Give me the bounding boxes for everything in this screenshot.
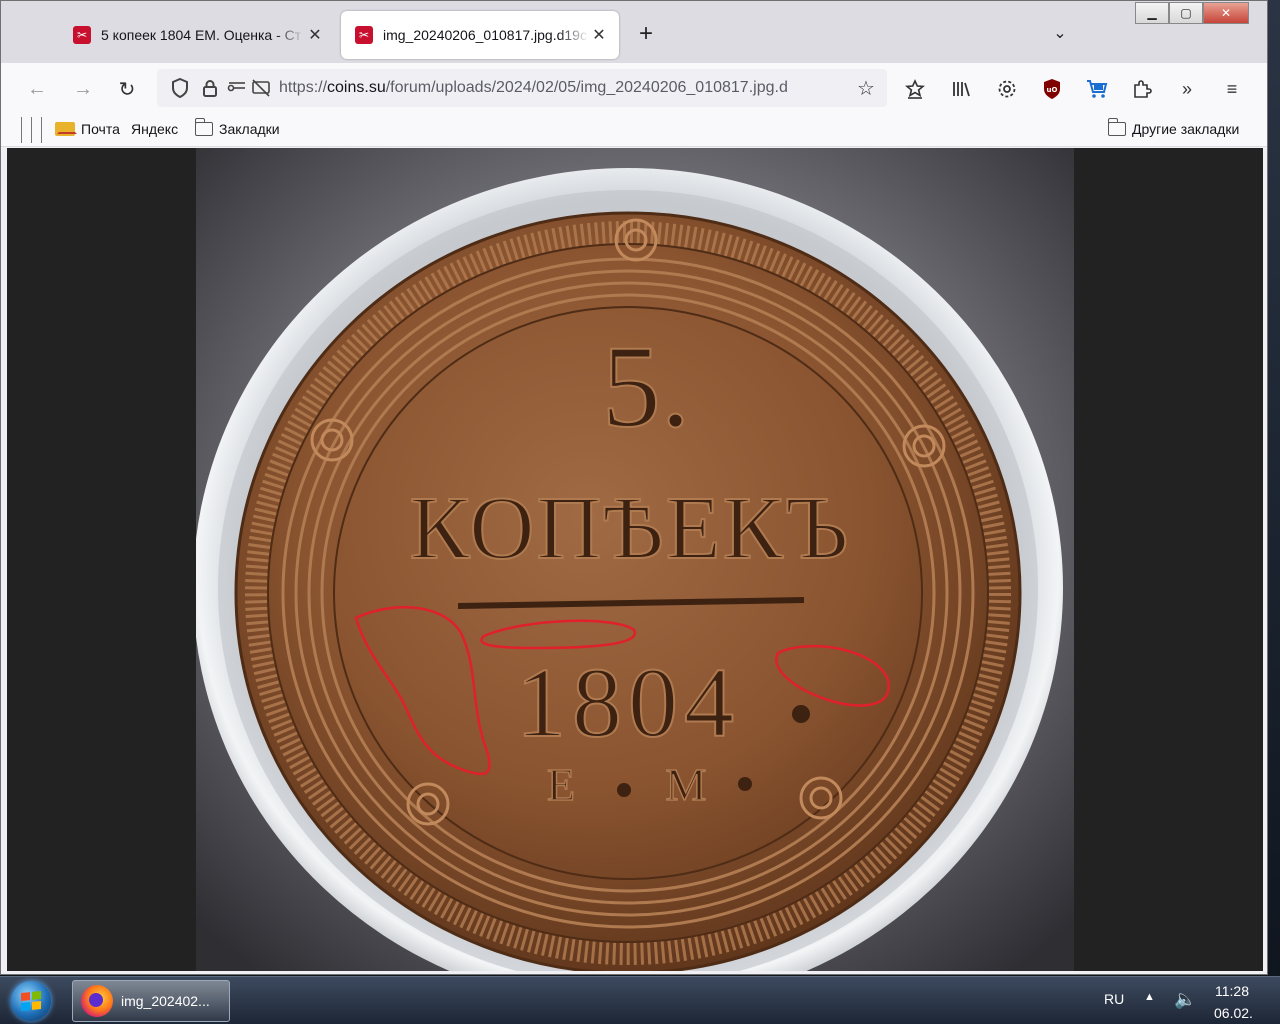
back-button[interactable]: ← — [23, 75, 51, 103]
coin-photo[interactable]: 5. КОПѢЕКЪ 1804 Е М — [196, 148, 1074, 971]
coin-denomination: 5. — [602, 321, 691, 452]
taskbar-window-title: img_202402... — [121, 993, 210, 1009]
bookmark-yandex[interactable]: Яндекс — [131, 121, 178, 137]
separator — [31, 117, 33, 143]
window-controls: ▁ ▢ ✕ — [1135, 2, 1249, 24]
language-indicator[interactable]: RU — [1104, 991, 1124, 1007]
separator — [41, 117, 43, 143]
bookmark-label: Другие закладки — [1132, 121, 1240, 137]
coins-su-favicon-icon: ✂ — [73, 26, 91, 44]
coin-word: КОПѢЕКЪ — [410, 479, 851, 578]
bookmark-label: Закладки — [219, 121, 280, 137]
url-host: coins.su — [327, 79, 386, 96]
svg-text:uO: uO — [1047, 86, 1058, 94]
tab-title: img_20240206_010817.jpg.d19c — [383, 27, 587, 43]
close-icon[interactable]: ✕ — [589, 25, 609, 45]
clock-date[interactable]: 06.02. — [1214, 1005, 1253, 1021]
folder-icon — [194, 118, 213, 136]
app-menu-hamburger-icon[interactable]: ≡ — [1216, 73, 1248, 105]
extensions-puzzle-icon[interactable] — [1126, 73, 1158, 105]
maximize-button[interactable]: ▢ — [1169, 2, 1203, 24]
bookmark-label: Почта — [81, 121, 120, 137]
bookmark-star-icon[interactable]: ☆ — [851, 73, 881, 103]
new-tab-button[interactable]: + — [631, 19, 661, 49]
bookmark-mail[interactable]: Почта — [55, 121, 120, 137]
reading-list-icon[interactable] — [899, 73, 931, 105]
bookmark-other[interactable]: Другие закладки — [1107, 118, 1240, 137]
coin-dot — [792, 705, 810, 723]
tray-expand-arrow-icon[interactable]: ▲ — [1144, 991, 1155, 1003]
windows-logo-icon — [11, 981, 51, 1021]
overflow-chevron-icon[interactable]: » — [1171, 73, 1203, 105]
url-text[interactable]: https://coins.su/forum/uploads/2024/02/0… — [279, 79, 839, 97]
coin-mint-e: Е — [547, 759, 575, 810]
url-path: /forum/uploads/2024/02/05/img_20240206_0… — [385, 79, 788, 96]
close-icon[interactable]: ✕ — [305, 25, 325, 45]
taskbar-firefox-window[interactable]: img_202402... — [72, 980, 230, 1022]
blocked-media-icon[interactable] — [249, 73, 273, 103]
image-viewer: 5. КОПѢЕКЪ 1804 Е М — [7, 148, 1263, 971]
tab-image[interactable]: ✂ img_20240206_010817.jpg.d19c ✕ — [341, 11, 619, 59]
volume-icon[interactable]: 🔈 — [1174, 989, 1196, 1010]
bookmark-label: Яндекс — [131, 121, 179, 137]
navigation-toolbar: ← → ↻ https://coins.su/forum/uploads/202… — [1, 63, 1267, 113]
shopping-cart-icon[interactable] — [1081, 73, 1113, 105]
url-scheme: https:// — [279, 79, 328, 96]
minimize-button[interactable]: ▁ — [1135, 2, 1169, 24]
taskbar: img_202402... RU ▲ 🔈 11:28 06.02. — [0, 976, 1280, 1024]
coin-dot — [738, 777, 752, 791]
bookmarks-toolbar: Почта Яндекс Закладки Другие закладки — [1, 113, 1267, 147]
lock-icon[interactable] — [195, 73, 225, 103]
separator — [21, 117, 23, 143]
library-icon[interactable] — [945, 73, 977, 105]
clock-time[interactable]: 11:28 — [1215, 983, 1249, 999]
coin-mint-m: М — [666, 759, 707, 810]
bookmark-folder[interactable]: Закладки — [194, 118, 280, 137]
firefox-icon — [81, 985, 113, 1017]
list-all-tabs-button[interactable]: ⌄ — [1047, 21, 1073, 47]
mail-icon — [55, 122, 75, 136]
start-button[interactable] — [4, 979, 58, 1023]
permissions-icon[interactable] — [225, 73, 249, 103]
settings-gear-icon[interactable] — [991, 73, 1023, 105]
tracking-protection-shield-icon[interactable] — [165, 73, 195, 103]
coin-year: 1804 — [516, 647, 740, 758]
close-window-button[interactable]: ✕ — [1203, 2, 1249, 24]
reload-button[interactable]: ↻ — [113, 75, 141, 103]
ublock-origin-icon[interactable]: uO — [1036, 73, 1068, 105]
url-bar[interactable]: https://coins.su/forum/uploads/2024/02/0… — [157, 69, 887, 107]
tab-strip: ✂ 5 копеек 1804 ЕМ. Оценка - Ст ✕ ✂ img_… — [1, 1, 1267, 63]
browser-window: ✂ 5 копеек 1804 ЕМ. Оценка - Ст ✕ ✂ img_… — [0, 0, 1268, 975]
forward-button[interactable]: → — [69, 75, 97, 103]
coin-dot — [617, 783, 631, 797]
tab-coin-evaluation[interactable]: ✂ 5 копеек 1804 ЕМ. Оценка - Ст ✕ — [59, 11, 335, 59]
folder-icon — [1107, 118, 1126, 136]
coins-su-favicon-icon: ✂ — [355, 26, 373, 44]
tab-title: 5 копеек 1804 ЕМ. Оценка - Ст — [101, 27, 302, 43]
